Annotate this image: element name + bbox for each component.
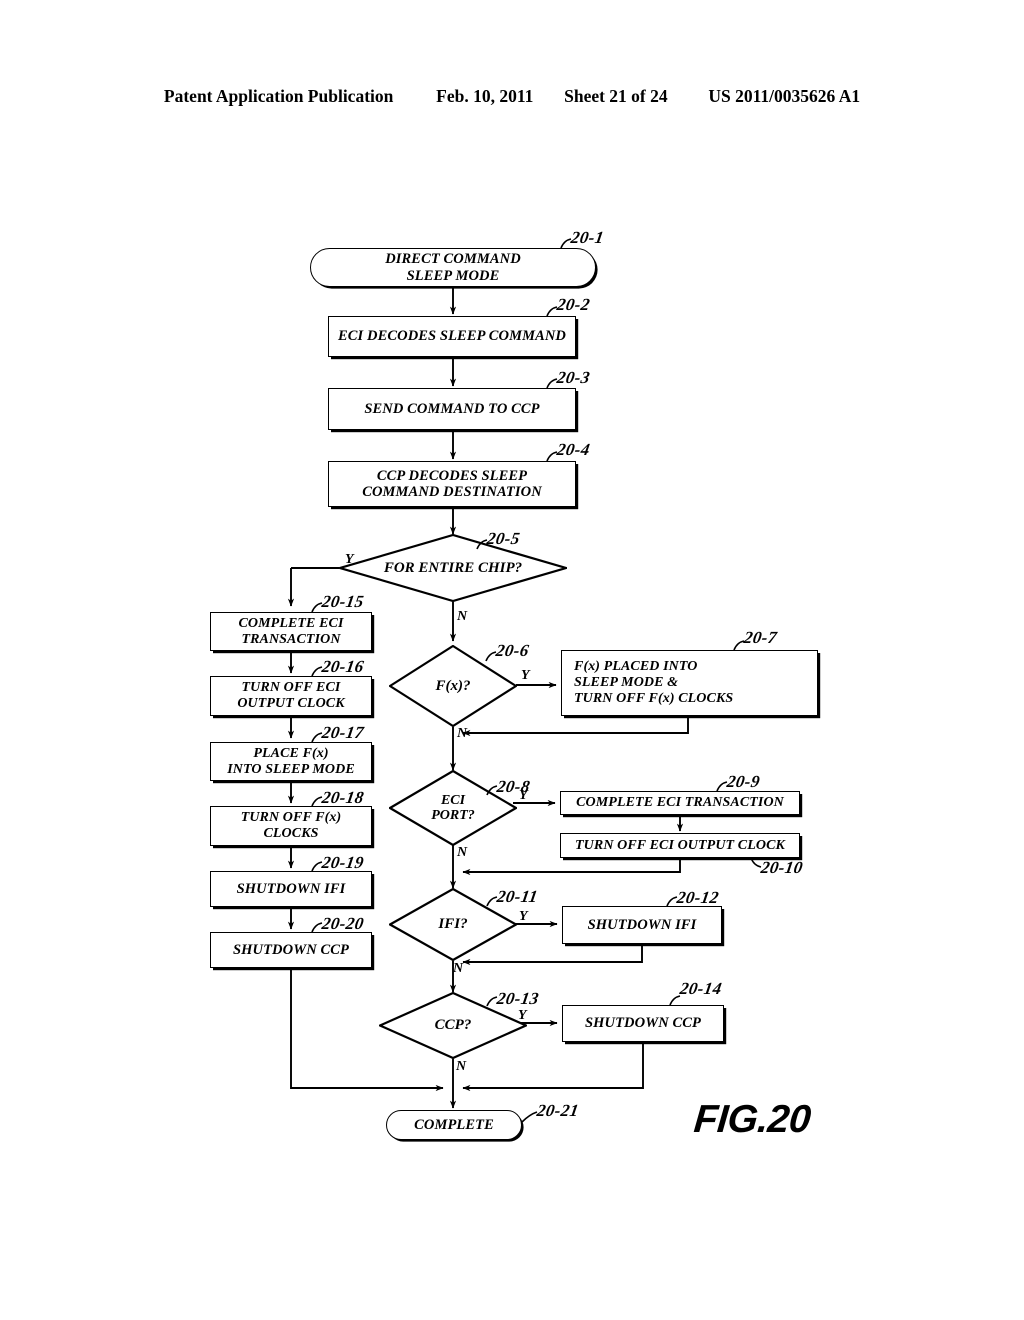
branch-label-fx-yes: Y bbox=[521, 668, 530, 683]
node-turn-off-eci-output-clock-right[interactable]: TURN OFF ECI OUTPUT CLOCK bbox=[560, 833, 800, 858]
ref-20-11: 20-11 bbox=[495, 887, 540, 906]
ref-20-7: 20-7 bbox=[742, 628, 779, 647]
node-complete-eci-transaction-right[interactable]: COMPLETE ECI TRANSACTION bbox=[560, 791, 800, 815]
ref-20-3: 20-3 bbox=[555, 368, 592, 387]
node-label: COMPLETE ECI TRANSACTION bbox=[576, 795, 784, 811]
node-label: CCP DECODES SLEEP COMMAND DESTINATION bbox=[362, 467, 542, 500]
ref-20-15: 20-15 bbox=[320, 592, 366, 611]
node-turn-off-eci-output-clock-left[interactable]: TURN OFF ECI OUTPUT CLOCK bbox=[210, 676, 372, 716]
branch-label-eci-yes: Y bbox=[519, 788, 528, 803]
ref-20-4: 20-4 bbox=[555, 440, 592, 459]
ref-20-20: 20-20 bbox=[320, 914, 366, 933]
node-complete-eci-transaction-left[interactable]: COMPLETE ECI TRANSACTION bbox=[210, 612, 372, 651]
ref-20-12: 20-12 bbox=[675, 888, 721, 907]
decision-label: ECI PORT? bbox=[431, 792, 475, 823]
decision-label: FOR ENTIRE CHIP? bbox=[383, 559, 523, 576]
node-label: F(x) PLACED INTO SLEEP MODE & TURN OFF F… bbox=[574, 659, 734, 706]
branch-label-ifi-yes: Y bbox=[519, 909, 528, 924]
figure-caption: FIG.20 bbox=[692, 1098, 813, 1141]
ref-20-13: 20-13 bbox=[495, 989, 541, 1008]
node-label: SHUTDOWN IFI bbox=[587, 916, 697, 933]
node-label: TURN OFF F(x) CLOCKS bbox=[240, 810, 342, 841]
node-label: SHUTDOWN IFI bbox=[236, 880, 346, 897]
ref-20-14: 20-14 bbox=[678, 979, 724, 998]
branch-label-chip-yes: Y bbox=[345, 552, 354, 567]
node-label: SEND COMMAND TO CCP bbox=[364, 400, 540, 417]
ref-20-1: 20-1 bbox=[569, 228, 606, 247]
node-fx-placed-into-sleep-mode[interactable]: F(x) PLACED INTO SLEEP MODE & TURN OFF F… bbox=[561, 650, 818, 716]
ref-20-19: 20-19 bbox=[320, 853, 366, 872]
node-label: SHUTDOWN CCP bbox=[584, 1015, 701, 1032]
node-place-fx-into-sleep-mode[interactable]: PLACE F(x) INTO SLEEP MODE bbox=[210, 742, 372, 781]
node-label: TURN OFF ECI OUTPUT CLOCK bbox=[575, 837, 785, 853]
ref-20-16: 20-16 bbox=[320, 657, 366, 676]
node-shutdown-ccp-right[interactable]: SHUTDOWN CCP bbox=[562, 1005, 724, 1042]
node-label: COMPLETE ECI TRANSACTION bbox=[238, 615, 344, 647]
ref-20-10: 20-10 bbox=[759, 858, 805, 877]
ref-20-2: 20-2 bbox=[555, 295, 592, 314]
node-direct-command-sleep-mode[interactable]: DIRECT COMMAND SLEEP MODE bbox=[310, 248, 596, 287]
branch-label-eci-no: N bbox=[457, 845, 468, 860]
node-label: ECI DECODES SLEEP COMMAND bbox=[338, 328, 566, 345]
node-turn-off-fx-clocks[interactable]: TURN OFF F(x) CLOCKS bbox=[210, 806, 372, 846]
node-shutdown-ccp-left[interactable]: SHUTDOWN CCP bbox=[210, 932, 372, 968]
node-send-command-to-ccp[interactable]: SEND COMMAND TO CCP bbox=[328, 388, 576, 430]
decision-label: F(x)? bbox=[435, 677, 471, 694]
node-label: TURN OFF ECI OUTPUT CLOCK bbox=[237, 680, 345, 711]
patent-figure-page: Patent Application Publication Feb. 10, … bbox=[0, 0, 1024, 1320]
ref-20-21: 20-21 bbox=[535, 1101, 581, 1120]
branch-label-ccp-yes: Y bbox=[518, 1008, 527, 1023]
node-ccp-decodes-sleep-command-destination[interactable]: CCP DECODES SLEEP COMMAND DESTINATION bbox=[328, 461, 576, 507]
node-label: PLACE F(x) INTO SLEEP MODE bbox=[227, 745, 355, 777]
node-label: DIRECT COMMAND SLEEP MODE bbox=[385, 251, 521, 284]
decision-for-entire-chip[interactable]: FOR ENTIRE CHIP? bbox=[339, 534, 567, 602]
branch-label-chip-no: N bbox=[457, 609, 468, 624]
ref-20-17: 20-17 bbox=[320, 723, 366, 742]
node-shutdown-ifi-right[interactable]: SHUTDOWN IFI bbox=[562, 906, 722, 944]
ref-20-9: 20-9 bbox=[725, 772, 762, 791]
node-label: SHUTDOWN CCP bbox=[232, 941, 349, 958]
branch-label-ccp-no: N bbox=[456, 1059, 467, 1074]
decision-label: IFI? bbox=[438, 916, 468, 933]
ref-20-5: 20-5 bbox=[485, 529, 522, 548]
ref-20-6: 20-6 bbox=[494, 641, 531, 660]
node-eci-decodes-sleep-command[interactable]: ECI DECODES SLEEP COMMAND bbox=[328, 316, 576, 357]
decision-label: CCP? bbox=[434, 1017, 472, 1034]
node-complete-terminator[interactable]: COMPLETE bbox=[386, 1110, 522, 1140]
node-shutdown-ifi-left[interactable]: SHUTDOWN IFI bbox=[210, 871, 372, 907]
ref-20-18: 20-18 bbox=[320, 788, 366, 807]
branch-label-ifi-no: N bbox=[453, 961, 464, 976]
node-label: COMPLETE bbox=[414, 1116, 494, 1133]
branch-label-fx-no: N bbox=[457, 726, 468, 741]
